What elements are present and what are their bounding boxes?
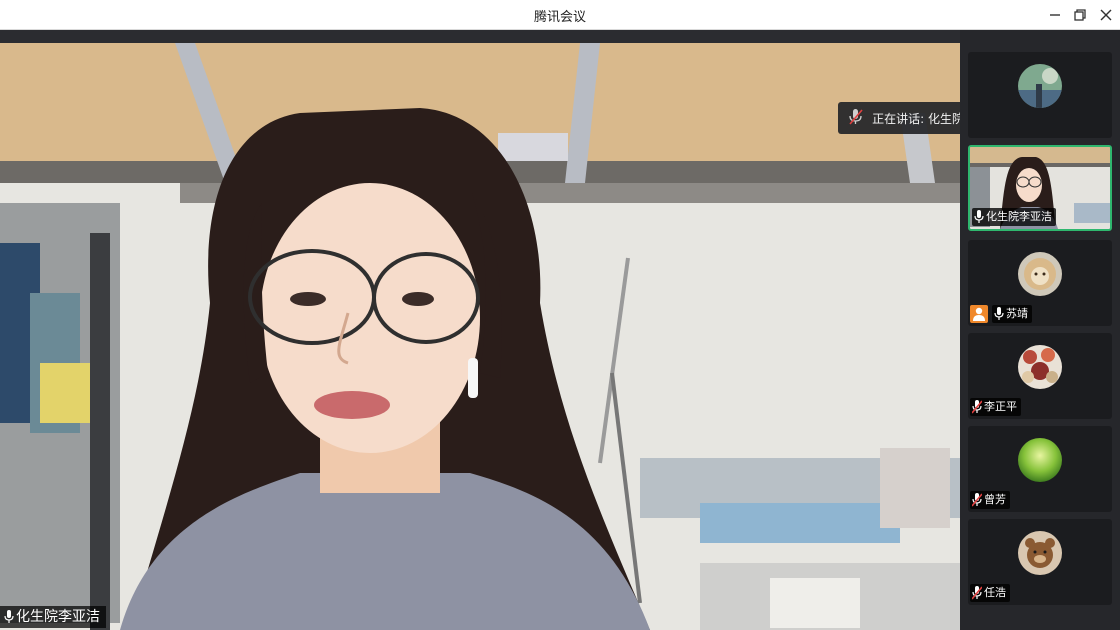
- restore-button[interactable]: [1069, 4, 1091, 26]
- close-button[interactable]: [1095, 4, 1117, 26]
- participant-label: 任浩: [970, 584, 1010, 602]
- minimize-icon: [1050, 14, 1060, 16]
- participant-tile[interactable]: 任浩: [968, 519, 1112, 605]
- participant-tile[interactable]: [968, 52, 1112, 138]
- participant-name: 曾芳: [984, 493, 1006, 506]
- participant-tile[interactable]: 苏靖: [968, 240, 1112, 326]
- mic-on-icon: [994, 307, 1004, 321]
- participant-tile[interactable]: 李正平: [968, 333, 1112, 419]
- main-video-feed: [0, 43, 960, 630]
- participant-sidebar: 化生院李亚洁 苏靖 李正平 曾芳 任浩: [960, 30, 1120, 630]
- participant-avatar: [1018, 252, 1062, 296]
- participant-avatar: [1018, 345, 1062, 389]
- participant-label: 曾芳: [970, 491, 1010, 509]
- participant-label: 化生院李亚洁: [972, 208, 1056, 226]
- participant-name: 李正平: [984, 400, 1017, 413]
- main-video[interactable]: 化生院李亚洁: [0, 43, 960, 630]
- participant-tile-active[interactable]: 化生院李亚洁: [968, 145, 1112, 231]
- participant-avatar: [1018, 531, 1062, 575]
- main-video-participant-name: 化生院李亚洁: [16, 609, 100, 625]
- mic-muted-icon: [848, 108, 866, 129]
- window-title: 腾讯会议: [533, 10, 586, 25]
- minimize-button[interactable]: [1044, 4, 1066, 26]
- title-bar: 腾讯会议: [0, 0, 1120, 30]
- main-video-name-tag: 化生院李亚洁: [0, 606, 106, 628]
- toolbar-strip: [0, 30, 960, 43]
- participant-tile[interactable]: 曾芳: [968, 426, 1112, 512]
- host-badge-icon: [970, 305, 988, 323]
- participant-avatar: [1018, 438, 1062, 482]
- mic-muted-icon: [972, 586, 982, 600]
- participant-name: 任浩: [984, 586, 1006, 599]
- participant-name: 化生院李亚洁: [986, 210, 1052, 223]
- participant-label: 李正平: [970, 398, 1021, 416]
- mic-muted-icon: [972, 400, 982, 414]
- participant-avatar: [1018, 64, 1062, 108]
- restore-icon: [1074, 9, 1086, 21]
- mic-on-icon: [974, 210, 984, 224]
- participant-name: 苏靖: [1006, 307, 1028, 320]
- participant-label: 苏靖: [992, 305, 1032, 323]
- mic-muted-icon: [972, 493, 982, 507]
- mic-on-icon: [4, 610, 14, 624]
- close-icon: [1100, 9, 1112, 21]
